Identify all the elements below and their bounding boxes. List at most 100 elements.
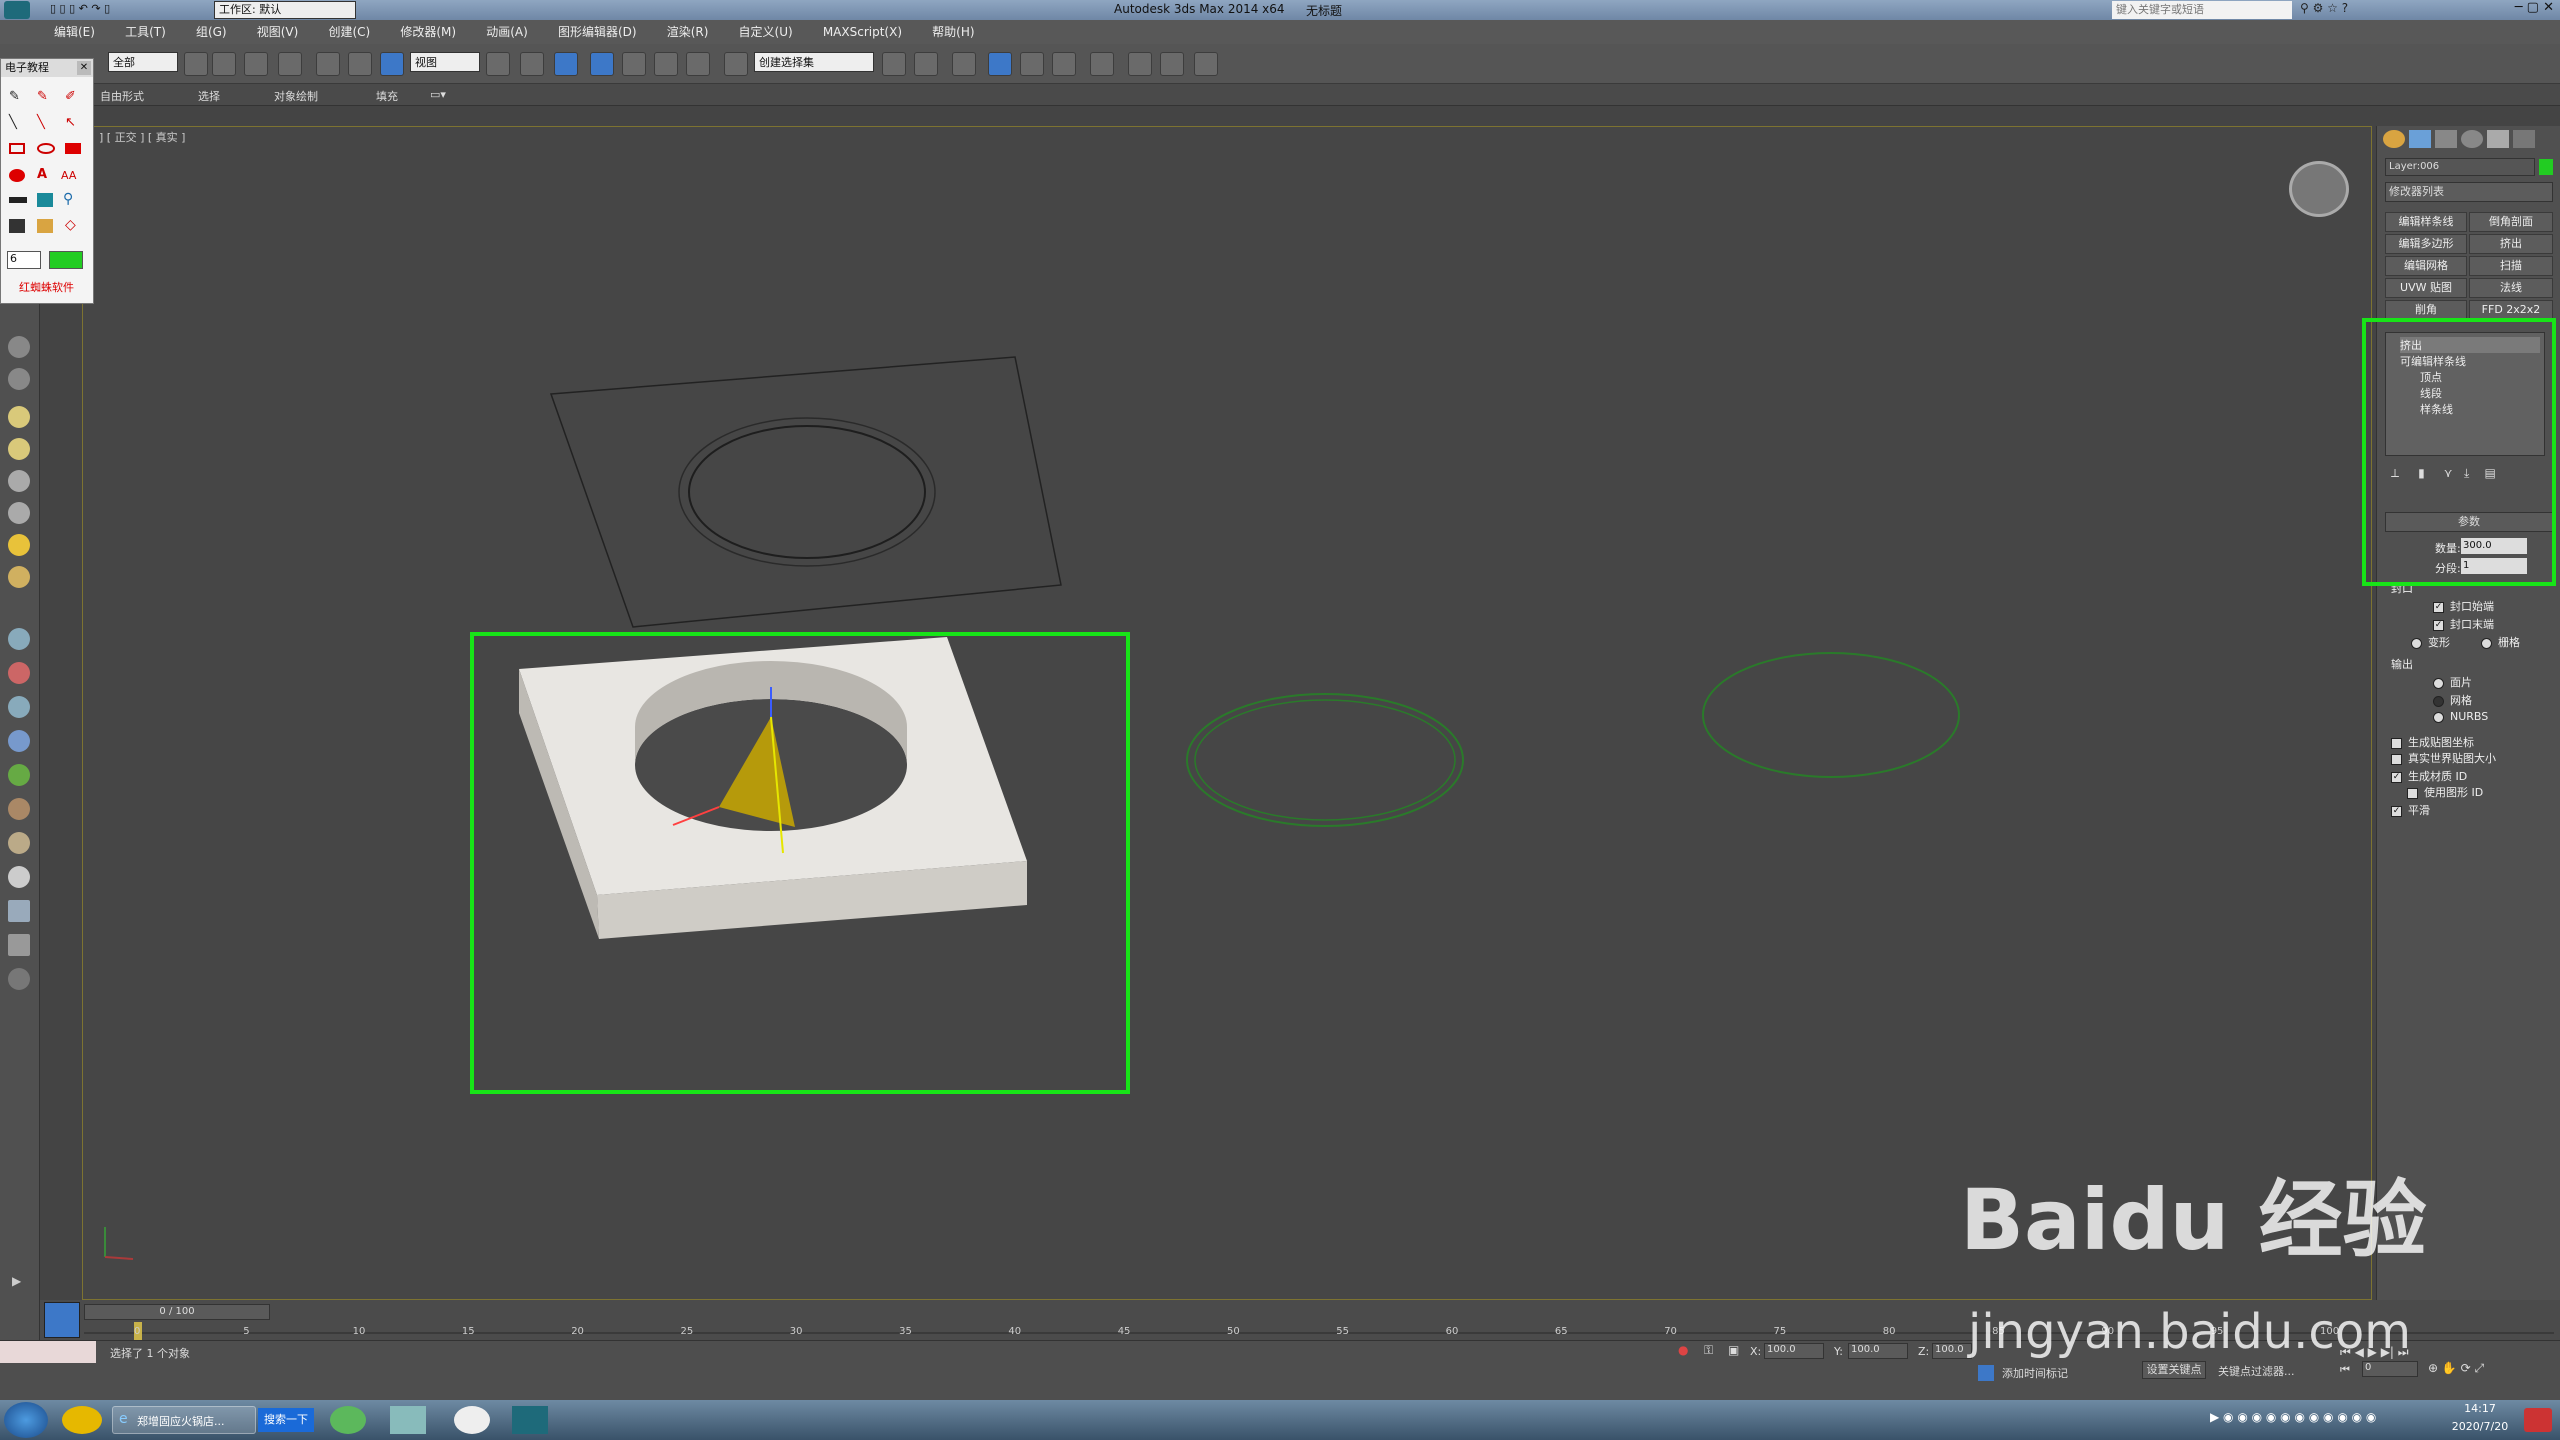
mod-btn-uvw[interactable]: UVW 贴图 (2385, 278, 2467, 298)
tab-hierarchy-icon[interactable] (2435, 130, 2457, 148)
mod-btn-edit-poly[interactable]: 编辑多边形 (2385, 234, 2467, 254)
tool-wheel-icon[interactable] (8, 832, 30, 854)
start-icon[interactable] (4, 1402, 48, 1438)
rotate-icon[interactable] (348, 52, 372, 76)
notification-icon[interactable] (2524, 1408, 2552, 1432)
window-controls[interactable]: ─ ▢ ✕ (2440, 0, 2560, 18)
tray-icons[interactable]: ▶ ◉ ◉ ◉ ◉ ◉ ◉ ◉ ◉ ◉ ◉ ◉ (2210, 1410, 2440, 1430)
ribbon-tab-object-paint[interactable]: 对象绘制 (274, 88, 318, 104)
infocenter-icons[interactable]: ⚲ ⚙ ☆ ? (2300, 1, 2430, 19)
add-time-tag[interactable]: 添加时间标记 (2002, 1365, 2068, 1381)
menu-view[interactable]: 视图(V) (257, 20, 299, 44)
z-coord-input[interactable]: 100.0 (1932, 1343, 1972, 1359)
ribbon-tab-freeform[interactable]: 自由形式 (100, 88, 144, 104)
x-coord-input[interactable]: 100.0 (1764, 1343, 1824, 1359)
pinned-app-icon[interactable] (62, 1406, 102, 1434)
menu-group[interactable]: 组(G) (196, 20, 227, 44)
ref-coord-dropdown[interactable]: 视图 (410, 52, 480, 72)
menu-modifiers[interactable]: 修改器(M) (400, 20, 456, 44)
keyboard-shortcut-icon[interactable] (554, 52, 578, 76)
app-plus-icon[interactable] (454, 1406, 490, 1434)
scale-icon[interactable] (380, 52, 404, 76)
ellipse-fill-icon[interactable] (9, 169, 25, 182)
curve-editor-icon[interactable] (1020, 52, 1044, 76)
app-logo-icon[interactable] (4, 1, 30, 19)
eraser-icon[interactable]: ◇ (65, 217, 76, 233)
set-key-button[interactable]: 设置关键点 (2142, 1361, 2206, 1379)
select-manipulate-icon[interactable] (520, 52, 544, 76)
tool-tree-icon[interactable] (8, 764, 30, 786)
maxscript-listener[interactable] (0, 1341, 96, 1363)
taskbar-ie[interactable]: e 郑增固应火锅店... (112, 1406, 256, 1434)
viewcube[interactable] (2289, 161, 2349, 217)
save-icon[interactable] (9, 219, 25, 233)
color-picker[interactable] (49, 251, 83, 269)
tab-motion-icon[interactable] (2461, 130, 2483, 148)
highlighter-icon[interactable]: ✐ (65, 89, 76, 104)
mini-curve-editor-icon[interactable] (44, 1302, 80, 1338)
mod-btn-edit-mesh[interactable]: 编辑网格 (2385, 256, 2467, 276)
menu-help[interactable]: 帮助(H) (932, 20, 974, 44)
tab-utilities-icon[interactable] (2513, 130, 2535, 148)
cap-start-checkbox[interactable]: ✓ 封口始端 (2433, 598, 2494, 614)
workspace-dropdown[interactable]: 工作区: 默认 (214, 1, 356, 19)
modifier-list-dropdown[interactable]: 修改器列表 (2385, 182, 2553, 202)
select-by-name-icon[interactable] (212, 52, 236, 76)
screenshot-icon[interactable] (37, 193, 53, 207)
clock-date[interactable]: 2020/7/20 (2438, 1420, 2522, 1433)
y-coord-input[interactable]: 100.0 (1848, 1343, 1908, 1359)
mod-btn-bevel-profile[interactable]: 倒角剖面 (2469, 212, 2553, 232)
layer-manager-icon[interactable] (952, 52, 976, 76)
menu-customize[interactable]: 自定义(U) (739, 20, 793, 44)
create-box-icon[interactable] (8, 406, 30, 428)
menu-animation[interactable]: 动画(A) (486, 20, 528, 44)
arrow-icon[interactable]: ↖ (65, 115, 76, 130)
create-teapot-icon[interactable] (8, 566, 30, 588)
tool-globe-icon[interactable] (8, 730, 30, 752)
move-icon[interactable] (316, 52, 340, 76)
line-icon[interactable]: ╲ (9, 115, 17, 130)
named-selection-dropdown[interactable]: 创建选择集 (754, 52, 874, 72)
tab-display-icon[interactable] (2487, 130, 2509, 148)
viewport-nav-icons[interactable]: ⊕ ✋ ⟳ ⤢ (2428, 1361, 2554, 1377)
tool-brush-icon[interactable] (8, 662, 30, 684)
mod-btn-extrude[interactable]: 挤出 (2469, 234, 2553, 254)
mirror-icon[interactable] (882, 52, 906, 76)
create-geometry-icon[interactable] (8, 336, 30, 358)
create-torus-icon[interactable] (8, 470, 30, 492)
render-frame-icon[interactable] (1160, 52, 1184, 76)
rect-fill-icon[interactable] (65, 143, 81, 154)
create-cone-icon[interactable] (8, 502, 30, 524)
align-icon[interactable] (914, 52, 938, 76)
percent-snap-icon[interactable] (654, 52, 678, 76)
abs-mode-icon[interactable]: ▣ (1728, 1343, 1739, 1357)
size-dropdown[interactable]: 6 (7, 251, 41, 269)
render-teapot-icon[interactable] (1194, 52, 1218, 76)
frame-prev-icon[interactable]: ⏮ (2340, 1363, 2350, 1377)
time-tag-icon[interactable] (1978, 1365, 1994, 1381)
ellipse-outline-icon[interactable] (37, 143, 55, 154)
text-size-icon[interactable]: AA (61, 169, 76, 182)
schematic-view-icon[interactable] (1052, 52, 1076, 76)
ribbon-options-icon[interactable]: ▭▾ (430, 88, 446, 101)
menu-graph-editors[interactable]: 图形编辑器(D) (558, 20, 637, 44)
current-frame-input[interactable]: 0 (2362, 1361, 2418, 1377)
use-shape-checkbox[interactable]: 使用图形 ID (2407, 784, 2483, 800)
menu-create[interactable]: 创建(C) (328, 20, 370, 44)
menu-maxscript[interactable]: MAXScript(X) (823, 20, 902, 44)
create-light-icon[interactable] (8, 534, 30, 556)
object-color-swatch[interactable] (2539, 159, 2553, 175)
pivot-center-icon[interactable] (486, 52, 510, 76)
menu-edit[interactable]: 编辑(E) (54, 20, 95, 44)
patch-radio[interactable]: 面片 (2433, 674, 2472, 690)
browser-icon[interactable] (330, 1406, 366, 1434)
explorer-icon[interactable] (390, 1406, 426, 1434)
create-sphere-icon[interactable] (8, 438, 30, 460)
material-editor-icon[interactable] (1090, 52, 1114, 76)
mod-btn-chamfer[interactable]: 削角 (2385, 300, 2467, 320)
zoom-icon[interactable]: ⚲ (63, 191, 73, 207)
mod-btn-normal[interactable]: 法线 (2469, 278, 2553, 298)
render-setup-icon[interactable] (1128, 52, 1152, 76)
window-crossing-icon[interactable] (278, 52, 302, 76)
rect-outline-icon[interactable] (9, 143, 25, 154)
